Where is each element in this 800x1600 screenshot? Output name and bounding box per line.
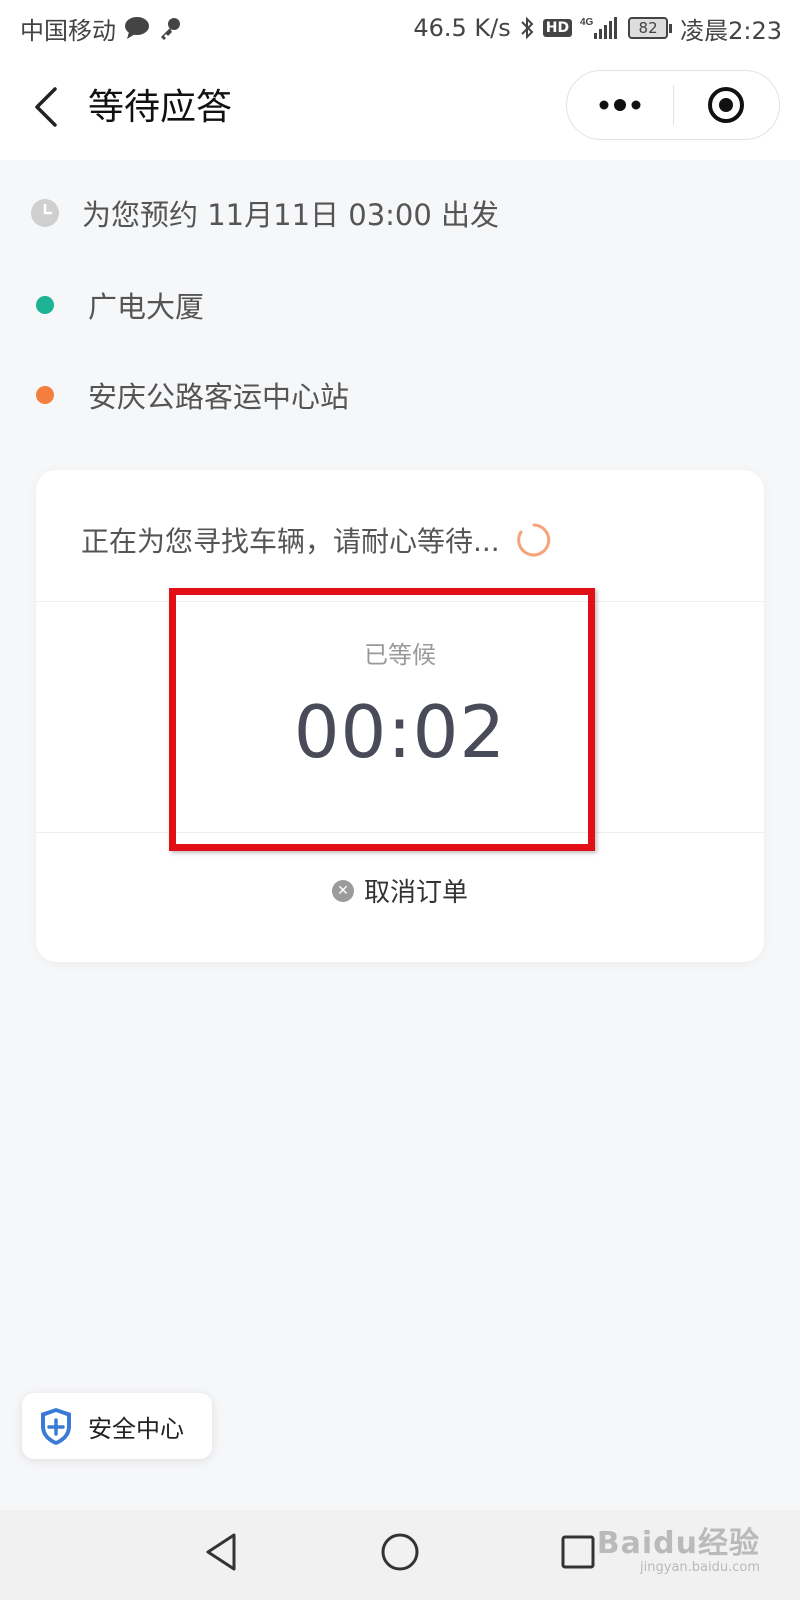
page-title: 等待应答 bbox=[88, 87, 233, 128]
carrier-name: 中国移动 bbox=[20, 16, 116, 45]
waiting-card: 正在为您寻找车辆，请耐心等待... 已等候 00:02 ✕ 取消订单 bbox=[36, 470, 764, 962]
triangle-back-icon bbox=[206, 1533, 236, 1571]
schedule-row: 为您预约 11月11日 03:00 出发 bbox=[30, 192, 499, 234]
chevron-left-icon bbox=[35, 87, 57, 127]
searching-header: 正在为您寻找车辆，请耐心等待... bbox=[81, 520, 552, 560]
baidu-watermark: Baidu经验 jingyan.baidu.com bbox=[597, 1518, 760, 1575]
destination-dot-icon bbox=[36, 386, 54, 404]
navigation-bar: 等待应答 bbox=[0, 56, 800, 160]
target-icon bbox=[708, 87, 745, 123]
clock: 凌晨2:23 bbox=[680, 16, 782, 45]
more-button[interactable] bbox=[567, 71, 673, 139]
system-back-button[interactable] bbox=[204, 1532, 238, 1576]
destination-text: 安庆公路客运中心站 bbox=[88, 380, 350, 414]
key-icon bbox=[158, 16, 182, 40]
close-mini-program-button[interactable] bbox=[674, 71, 780, 139]
square-recents-icon bbox=[561, 1535, 595, 1569]
clock-icon bbox=[31, 199, 59, 227]
circle-home-icon bbox=[381, 1533, 419, 1571]
card-divider-top bbox=[36, 601, 764, 602]
schedule-text: 为您预约 11月11日 03:00 出发 bbox=[82, 198, 500, 232]
loading-spinner-icon bbox=[516, 523, 550, 557]
card-divider-bottom bbox=[36, 832, 764, 833]
searching-text: 正在为您寻找车辆，请耐心等待... bbox=[81, 525, 500, 558]
safety-center-label: 安全中心 bbox=[88, 1414, 184, 1443]
origin-row: 广电大厦 bbox=[30, 284, 204, 326]
origin-dot-icon bbox=[36, 296, 54, 314]
system-home-button[interactable] bbox=[380, 1532, 420, 1576]
safety-center-button[interactable]: 安全中心 bbox=[22, 1393, 212, 1459]
mini-program-capsule bbox=[566, 70, 780, 140]
watermark-main: Baidu经验 bbox=[596, 1526, 760, 1561]
battery-level: 82 bbox=[628, 17, 669, 39]
wait-label: 已等候 bbox=[364, 641, 436, 669]
back-button[interactable] bbox=[26, 82, 66, 132]
status-bar: 中国移动 46.5 K/s HD 4G 82 凌晨2:23 bbox=[0, 0, 800, 56]
wait-timer: 00:02 bbox=[293, 690, 507, 774]
destination-row: 安庆公路客运中心站 bbox=[30, 374, 349, 416]
watermark-sub: jingyan.baidu.com bbox=[640, 1560, 760, 1575]
signal-icon: 4G bbox=[580, 15, 620, 41]
system-recents-button[interactable] bbox=[560, 1532, 596, 1576]
cancel-order-label: 取消订单 bbox=[363, 878, 468, 908]
shield-plus-icon bbox=[41, 1408, 71, 1445]
more-dots-icon bbox=[599, 99, 641, 111]
cancel-order-button[interactable]: ✕ 取消订单 bbox=[36, 872, 764, 909]
hd-badge: HD bbox=[542, 19, 573, 37]
battery-icon: 82 bbox=[628, 17, 673, 39]
close-circle-icon: ✕ bbox=[331, 879, 354, 902]
net-speed: 46.5 K/s bbox=[413, 14, 511, 42]
svg-text:4G: 4G bbox=[580, 17, 594, 28]
chat-icon bbox=[124, 16, 150, 40]
origin-text: 广电大厦 bbox=[88, 290, 205, 324]
bluetooth-icon bbox=[519, 16, 535, 40]
